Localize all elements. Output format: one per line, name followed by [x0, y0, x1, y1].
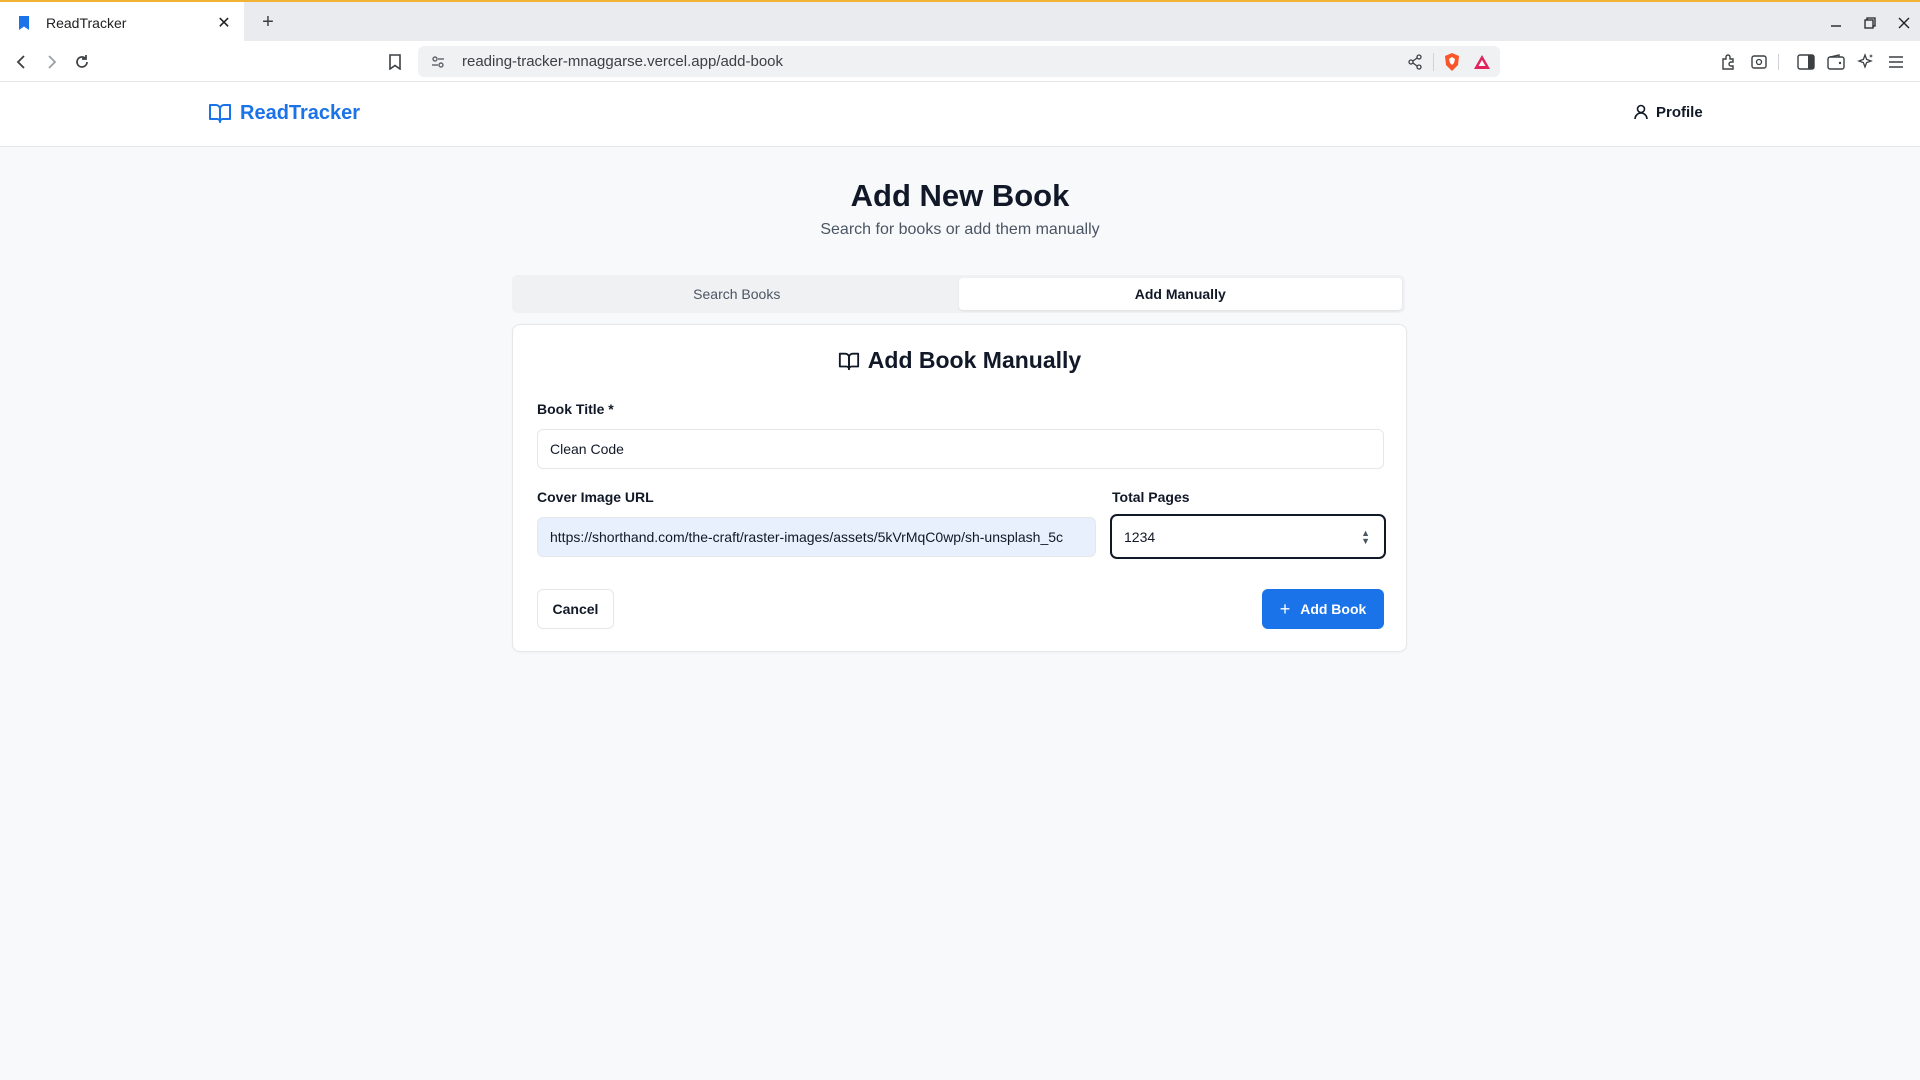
number-stepper[interactable]: ▲ ▼: [1361, 528, 1370, 545]
tab-title: ReadTracker: [46, 14, 127, 31]
bookmark-favicon-icon: [16, 15, 32, 31]
profile-link[interactable]: Profile: [1632, 103, 1703, 121]
back-icon[interactable]: [9, 49, 35, 75]
card-heading: Add Book Manually: [867, 347, 1082, 373]
tab-add-manually[interactable]: Add Manually: [958, 278, 1402, 310]
forward-icon[interactable]: [38, 49, 64, 75]
add-book-card: Add Book Manually Book Title * Clean Cod…: [512, 324, 1407, 652]
cancel-button[interactable]: Cancel: [537, 589, 614, 629]
window-controls: [1818, 2, 1920, 43]
page-subtitle: Search for books or add them manually: [820, 221, 1100, 238]
total-pages-label: Total Pages: [1112, 489, 1190, 505]
book-open-icon: [838, 350, 860, 372]
url-text[interactable]: reading-tracker-mnaggarse.vercel.app/add…: [462, 53, 1403, 70]
tab-search-books[interactable]: Search Books: [515, 278, 959, 310]
browser-tabbar: ReadTracker ✕ +: [0, 0, 1920, 43]
book-title-input[interactable]: Clean Code: [537, 429, 1384, 469]
total-pages-input[interactable]: 1234 ▲ ▼: [1110, 514, 1386, 559]
chevron-down-icon[interactable]: ▼: [1361, 536, 1370, 545]
card-title: Add Book Manually: [513, 347, 1406, 374]
cover-url-input[interactable]: https://shorthand.com/the-craft/raster-i…: [537, 517, 1096, 557]
add-book-label: Add Book: [1300, 601, 1367, 617]
brand-link[interactable]: ReadTracker: [208, 101, 360, 125]
add-book-tabs: Search Books Add Manually: [512, 275, 1405, 313]
restore-icon[interactable]: [1854, 7, 1886, 39]
address-bar[interactable]: reading-tracker-mnaggarse.vercel.app/add…: [418, 46, 1500, 77]
close-tab-icon[interactable]: ✕: [214, 13, 234, 33]
profile-label: Profile: [1656, 103, 1703, 121]
cover-url-label: Cover Image URL: [537, 489, 654, 505]
minimize-icon[interactable]: [1820, 7, 1852, 39]
extensions-icon[interactable]: [1716, 49, 1742, 75]
share-icon[interactable]: [1403, 50, 1427, 74]
brand-name: ReadTracker: [240, 101, 361, 124]
book-title-label: Book Title *: [537, 401, 614, 417]
url-divider: [1433, 52, 1434, 71]
bookmark-icon[interactable]: [382, 49, 408, 75]
plus-icon: +: [1279, 598, 1291, 619]
menu-icon[interactable]: [1883, 49, 1909, 75]
browser-toolbar: reading-tracker-mnaggarse.vercel.app/add…: [0, 41, 1920, 82]
app-header: ReadTracker Profile: [0, 82, 1920, 147]
browser-tab[interactable]: ReadTracker ✕: [0, 2, 244, 43]
page-title: Add New Book: [850, 178, 1070, 213]
total-pages-value: 1234: [1124, 528, 1156, 545]
toolbar-divider: [1778, 54, 1779, 70]
sidebar-icon[interactable]: [1793, 49, 1819, 75]
wallet-icon[interactable]: [1823, 49, 1849, 75]
close-window-icon[interactable]: [1888, 7, 1920, 39]
reload-icon[interactable]: [69, 49, 95, 75]
media-icon[interactable]: [1746, 49, 1772, 75]
book-open-icon: [208, 101, 232, 125]
add-book-button[interactable]: + Add Book: [1262, 589, 1384, 629]
site-info-icon[interactable]: [428, 52, 448, 72]
rewards-icon[interactable]: [1470, 50, 1494, 74]
brave-shield-icon[interactable]: [1440, 50, 1464, 74]
new-tab-icon[interactable]: +: [256, 10, 280, 34]
user-icon: [1632, 103, 1650, 121]
leo-icon[interactable]: [1853, 49, 1879, 75]
